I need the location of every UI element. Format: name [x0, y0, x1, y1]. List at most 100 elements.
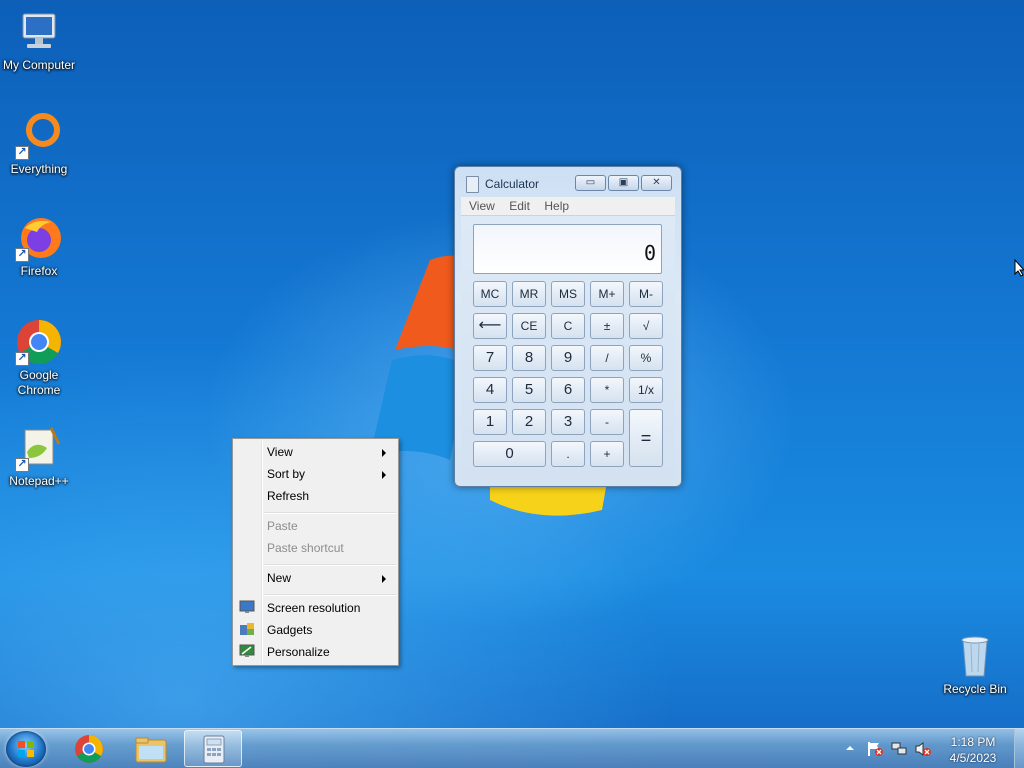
- menu-item-view[interactable]: View: [235, 441, 396, 463]
- menu-item-refresh[interactable]: Refresh: [235, 485, 396, 507]
- menu-item-screen-resolution[interactable]: Screen resolution: [235, 597, 396, 619]
- digit-9-button[interactable]: 9: [551, 345, 585, 371]
- digit-4-button[interactable]: 4: [473, 377, 507, 403]
- window-title: Calculator: [485, 177, 540, 191]
- reciprocal-button[interactable]: 1/x: [629, 377, 663, 403]
- menu-item-gadgets[interactable]: Gadgets: [235, 619, 396, 641]
- taskbar-chrome-button[interactable]: [60, 730, 118, 767]
- backspace-button[interactable]: ⟵: [473, 313, 507, 339]
- add-button[interactable]: +: [590, 441, 624, 467]
- show-hidden-icons-icon[interactable]: [844, 743, 856, 753]
- menu-item-label: Gadgets: [267, 623, 313, 637]
- digit-0-button[interactable]: 0: [473, 441, 546, 467]
- multiply-button[interactable]: *: [590, 377, 624, 403]
- chrome-icon: [75, 735, 103, 763]
- menu-item-label: Screen resolution: [267, 601, 361, 615]
- menu-help[interactable]: Help: [536, 197, 569, 213]
- menu-item-label: Personalize: [267, 645, 330, 659]
- shortcut-arrow-icon: ↗: [15, 458, 29, 472]
- shortcut-arrow-icon: ↗: [15, 352, 29, 366]
- taskbar-calculator-button[interactable]: [184, 730, 242, 767]
- menu-item-label: Sort by: [267, 467, 306, 481]
- mr-button[interactable]: MR: [512, 281, 546, 307]
- system-clock[interactable]: 1:18 PM 4/5/2023: [938, 734, 1008, 766]
- menu-item-sort-by[interactable]: Sort by: [235, 463, 396, 485]
- close-button[interactable]: ✕: [641, 175, 672, 191]
- digit-7-button[interactable]: 7: [473, 345, 507, 371]
- menu-item-personalize[interactable]: Personalize: [235, 641, 396, 663]
- desktop-icon-google-chrome[interactable]: ↗ Google Chrome: [0, 318, 79, 398]
- gadgets-icon: [239, 622, 255, 636]
- desktop-icon-everything[interactable]: ↗ Everything: [0, 112, 79, 177]
- calculator-window[interactable]: Calculator ▭ ▣ ✕ View Edit Help 0 MC MR …: [454, 166, 682, 487]
- digit-1-button[interactable]: 1: [473, 409, 507, 435]
- digit-6-button[interactable]: 6: [551, 377, 585, 403]
- submenu-arrow-icon: [382, 471, 386, 479]
- desktop-icon-firefox[interactable]: ↗ Firefox: [0, 214, 79, 279]
- show-desktop-button[interactable]: [1014, 729, 1024, 768]
- plus-minus-button[interactable]: ±: [590, 313, 624, 339]
- start-orb-icon[interactable]: [6, 731, 46, 767]
- desktop-icon-recycle-bin[interactable]: Recycle Bin: [935, 632, 1015, 697]
- action-center-icon[interactable]: [866, 741, 884, 757]
- menu-item-paste: Paste: [235, 515, 396, 537]
- shortcut-arrow-icon: ↗: [15, 248, 29, 262]
- menu-item-label: Paste: [267, 519, 298, 533]
- m-minus-button[interactable]: M-: [629, 281, 663, 307]
- ms-button[interactable]: MS: [551, 281, 585, 307]
- firefox-icon: ↗: [15, 214, 63, 262]
- volume-muted-icon[interactable]: [914, 741, 932, 757]
- computer-icon: [15, 8, 63, 56]
- screen-resolution-icon: [239, 600, 255, 614]
- calculator-icon: [203, 735, 225, 764]
- calculator-display: 0: [473, 224, 662, 274]
- everything-icon: ↗: [15, 112, 63, 160]
- minimize-button[interactable]: ▭: [575, 175, 606, 191]
- divide-button[interactable]: /: [590, 345, 624, 371]
- sqrt-button[interactable]: √: [629, 313, 663, 339]
- menu-item-label: New: [267, 571, 292, 585]
- taskbar-explorer-button[interactable]: [122, 730, 180, 767]
- percent-button[interactable]: %: [629, 345, 663, 371]
- digit-3-button[interactable]: 3: [551, 409, 585, 435]
- menu-item-label: View: [267, 445, 293, 459]
- explorer-icon: [135, 737, 167, 763]
- equals-button[interactable]: =: [629, 409, 663, 467]
- digit-2-button[interactable]: 2: [512, 409, 546, 435]
- desktop-icon-notepadpp[interactable]: ↗ Notepad++: [0, 424, 79, 489]
- submenu-arrow-icon: [382, 575, 386, 583]
- taskbar: 1:18 PM 4/5/2023: [0, 728, 1024, 768]
- network-icon[interactable]: [890, 741, 908, 757]
- desktop-icon-label: Google Chrome: [17, 368, 61, 397]
- desktop-icon-label: Recycle Bin: [943, 682, 1007, 696]
- desktop-context-menu: View Sort by Refresh Paste Paste shortcu…: [232, 438, 399, 666]
- decimal-button[interactable]: .: [551, 441, 585, 467]
- shortcut-arrow-icon: ↗: [15, 146, 29, 160]
- menu-item-new[interactable]: New: [235, 567, 396, 589]
- menu-edit[interactable]: Edit: [501, 197, 530, 213]
- calculator-app-icon: [466, 176, 479, 193]
- calculator-body: 0 MC MR MS M+ M- ⟵ CE C ± √ 7 8 9 / % 4 …: [461, 216, 675, 480]
- clock-time: 1:18 PM: [950, 735, 996, 749]
- menu-separator: [264, 512, 396, 514]
- subtract-button[interactable]: -: [590, 409, 624, 435]
- mc-button[interactable]: MC: [473, 281, 507, 307]
- digit-8-button[interactable]: 8: [512, 345, 546, 371]
- notepadpp-icon: ↗: [15, 424, 63, 472]
- digit-5-button[interactable]: 5: [512, 377, 546, 403]
- desktop-icon-my-computer[interactable]: My Computer: [0, 8, 79, 73]
- menu-view[interactable]: View: [461, 197, 495, 213]
- menu-item-paste-shortcut: Paste shortcut: [235, 537, 396, 559]
- c-button[interactable]: C: [551, 313, 585, 339]
- m-plus-button[interactable]: M+: [590, 281, 624, 307]
- ce-button[interactable]: CE: [512, 313, 546, 339]
- menu-item-label: Paste shortcut: [267, 541, 344, 555]
- desktop-icon-label: Firefox: [20, 264, 58, 278]
- maximize-button[interactable]: ▣: [608, 175, 639, 191]
- menu-bar: View Edit Help: [461, 197, 675, 216]
- display-value: 0: [643, 241, 656, 265]
- menu-separator: [264, 594, 396, 596]
- desktop-icon-label: My Computer: [2, 58, 76, 72]
- menu-separator: [264, 564, 396, 566]
- menu-item-label: Refresh: [267, 489, 310, 503]
